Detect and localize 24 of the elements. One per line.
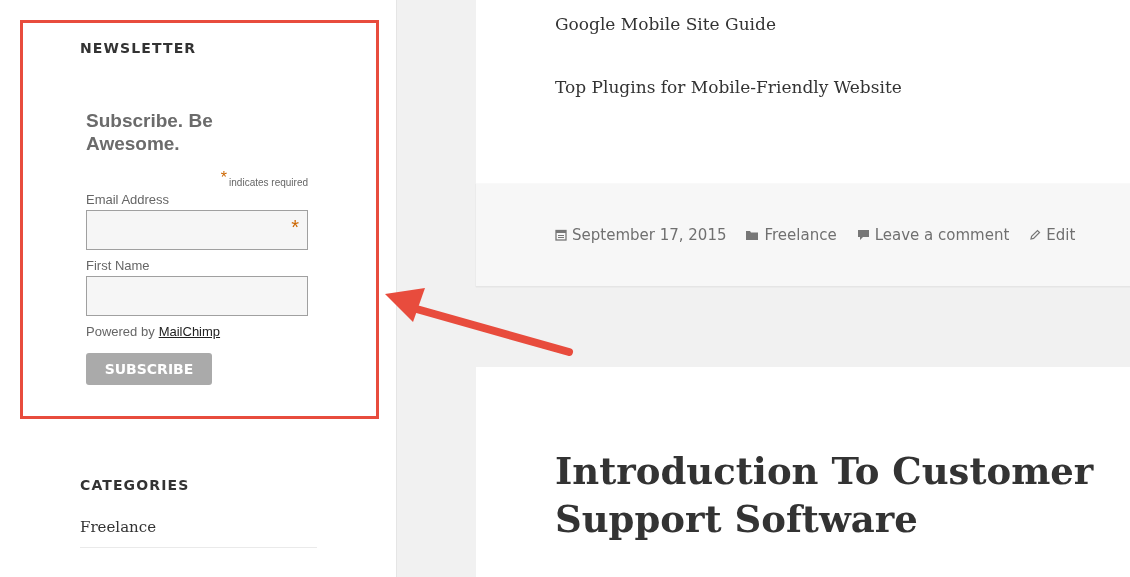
- input-field[interactable]: [86, 276, 308, 316]
- widget-title: NEWSLETTER: [80, 39, 198, 58]
- calendar-icon: [555, 229, 567, 241]
- meta-link[interactable]: Leave a comment: [856, 223, 1010, 247]
- required-asterisk: *: [220, 171, 228, 185]
- meta-link[interactable]: Freelance: [746, 223, 837, 247]
- input-field[interactable]: *: [86, 210, 308, 250]
- post-link[interactable]: Google Mobile Site Guide: [555, 12, 1130, 37]
- folder-icon: [746, 229, 760, 241]
- form-heading: Subscribe. Be Awesome.: [86, 109, 214, 155]
- pencil-icon: [1029, 229, 1042, 241]
- mailchimp-link[interactable]: MailChimp: [158, 324, 221, 340]
- field-label: Email Address: [86, 192, 171, 208]
- post-title: Introduction To Customer Support Software: [555, 448, 1095, 543]
- required-note: indicates required: [229, 176, 308, 190]
- meta-link[interactable]: September 17, 2015: [555, 223, 727, 247]
- category-link[interactable]: Freelance: [80, 516, 317, 548]
- field-label: First Name: [86, 258, 151, 274]
- powered-by-text: Powered by: [86, 324, 155, 340]
- widget-title: CATEGORIES: [80, 476, 191, 495]
- meta-link[interactable]: Edit: [1029, 223, 1076, 247]
- speech-bubble-icon: [856, 229, 870, 241]
- post-link[interactable]: Top Plugins for Mobile-Friendly Website: [555, 75, 1130, 100]
- required-asterisk: *: [291, 217, 299, 237]
